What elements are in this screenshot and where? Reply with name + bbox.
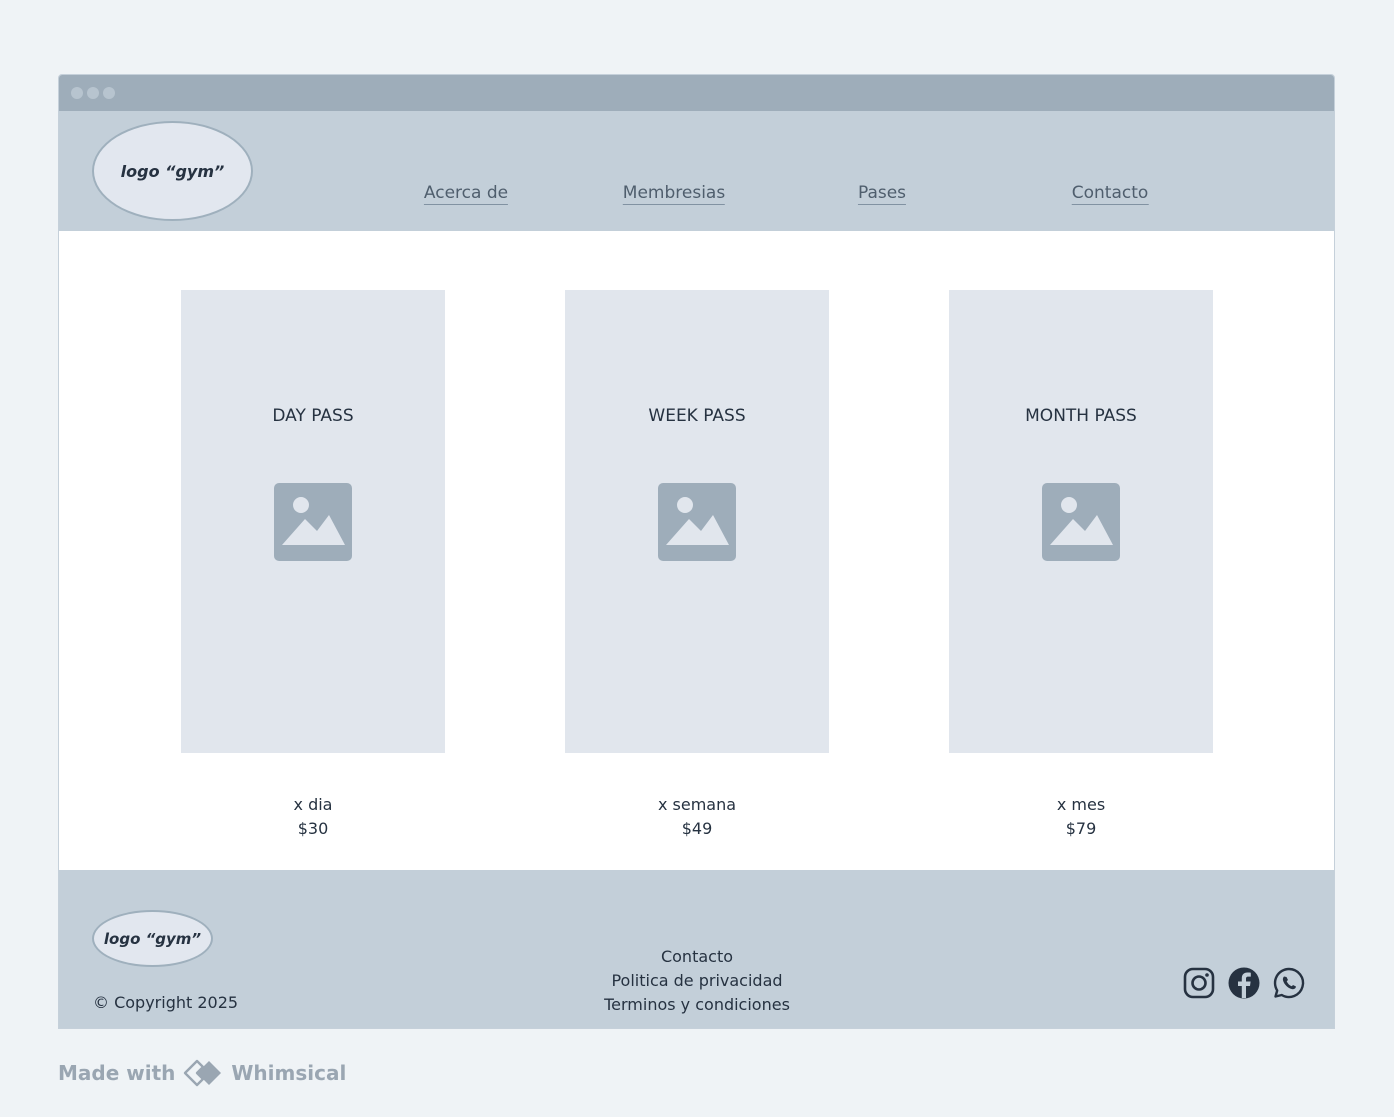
made-with-text: Made with <box>58 1061 176 1085</box>
pass-card-month[interactable]: MONTH PASS <box>949 290 1213 753</box>
footer-logo-text: logo “gym” <box>103 929 202 948</box>
pass-card-week[interactable]: WEEK PASS <box>565 290 829 753</box>
site-header: logo “gym” Acerca de Membresias Pases Co… <box>59 111 1334 231</box>
window-close-dot[interactable] <box>71 87 83 99</box>
image-placeholder-icon <box>658 483 736 561</box>
browser-window: logo “gym” Acerca de Membresias Pases Co… <box>58 74 1335 1029</box>
nav-link-pases[interactable]: Pases <box>857 183 907 205</box>
nav-link-acerca-de[interactable]: Acerca de <box>423 183 509 205</box>
footer-link-terminos[interactable]: Terminos y condiciones <box>604 993 790 1017</box>
day-pass-price: $30 <box>297 819 329 838</box>
made-with-whimsical-badge[interactable]: Made with Whimsical <box>58 1058 346 1088</box>
pass-card-day[interactable]: DAY PASS <box>181 290 445 753</box>
whimsical-brand-text: Whimsical <box>231 1061 347 1085</box>
pass-card-title: WEEK PASS <box>648 406 746 426</box>
nav-link-membresias[interactable]: Membresias <box>622 183 726 205</box>
nav-link-contacto[interactable]: Contacto <box>1071 183 1149 205</box>
pass-card-title: MONTH PASS <box>1025 406 1137 426</box>
whatsapp-icon[interactable] <box>1272 966 1306 1000</box>
header-logo-text: logo “gym” <box>120 161 225 181</box>
footer-link-privacidad[interactable]: Politica de privacidad <box>604 969 790 993</box>
window-minimize-dot[interactable] <box>87 87 99 99</box>
day-pass-period: x dia <box>293 795 333 814</box>
week-pass-price: $49 <box>681 819 713 838</box>
footer-links: Contacto Politica de privacidad Terminos… <box>604 945 790 1017</box>
facebook-icon[interactable] <box>1227 966 1261 1000</box>
whimsical-logo-icon <box>184 1059 222 1087</box>
image-placeholder-icon <box>1042 483 1120 561</box>
window-maximize-dot[interactable] <box>103 87 115 99</box>
footer-link-contacto[interactable]: Contacto <box>604 945 790 969</box>
header-logo[interactable]: logo “gym” <box>92 121 253 221</box>
month-pass-period: x mes <box>1056 795 1106 814</box>
instagram-icon[interactable] <box>1182 966 1216 1000</box>
image-placeholder-icon <box>274 483 352 561</box>
week-pass-period: x semana <box>657 795 737 814</box>
footer-logo[interactable]: logo “gym” <box>92 910 213 967</box>
site-footer: logo “gym” © Copyright 2025 Contacto Pol… <box>59 870 1334 1028</box>
pass-card-title: DAY PASS <box>272 406 354 426</box>
window-titlebar <box>59 75 1334 111</box>
month-pass-price: $79 <box>1065 819 1097 838</box>
copyright-text: © Copyright 2025 <box>93 993 239 1012</box>
